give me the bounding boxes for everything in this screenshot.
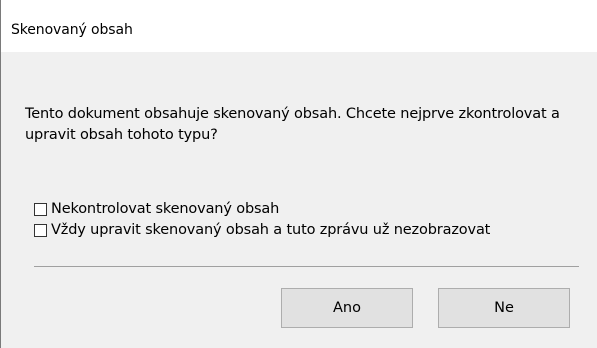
skip-review-label: Nekontrolovat skenovaný obsah [51, 201, 280, 217]
skip-review-checkbox[interactable] [34, 202, 47, 216]
always-edit-label: Vždy upravit skenovaný obsah a tuto zprá… [51, 222, 491, 238]
option-skip-review[interactable]: Nekontrolovat skenovaný obsah [34, 199, 279, 219]
window-title: Skenovaný obsah [11, 22, 133, 38]
always-edit-checkbox[interactable] [34, 223, 47, 237]
dialog-window: Skenovaný obsah Tento dokument obsahuje … [0, 0, 597, 348]
option-always-edit[interactable]: Vždy upravit skenovaný obsah a tuto zprá… [34, 220, 490, 240]
dialog-message: Tento dokument obsahuje skenovaný obsah.… [25, 106, 560, 143]
button-divider [34, 266, 579, 267]
title-bar: Skenovaný obsah [1, 0, 597, 52]
no-button[interactable]: Ne [438, 288, 570, 328]
yes-button[interactable]: Ano [281, 288, 413, 328]
